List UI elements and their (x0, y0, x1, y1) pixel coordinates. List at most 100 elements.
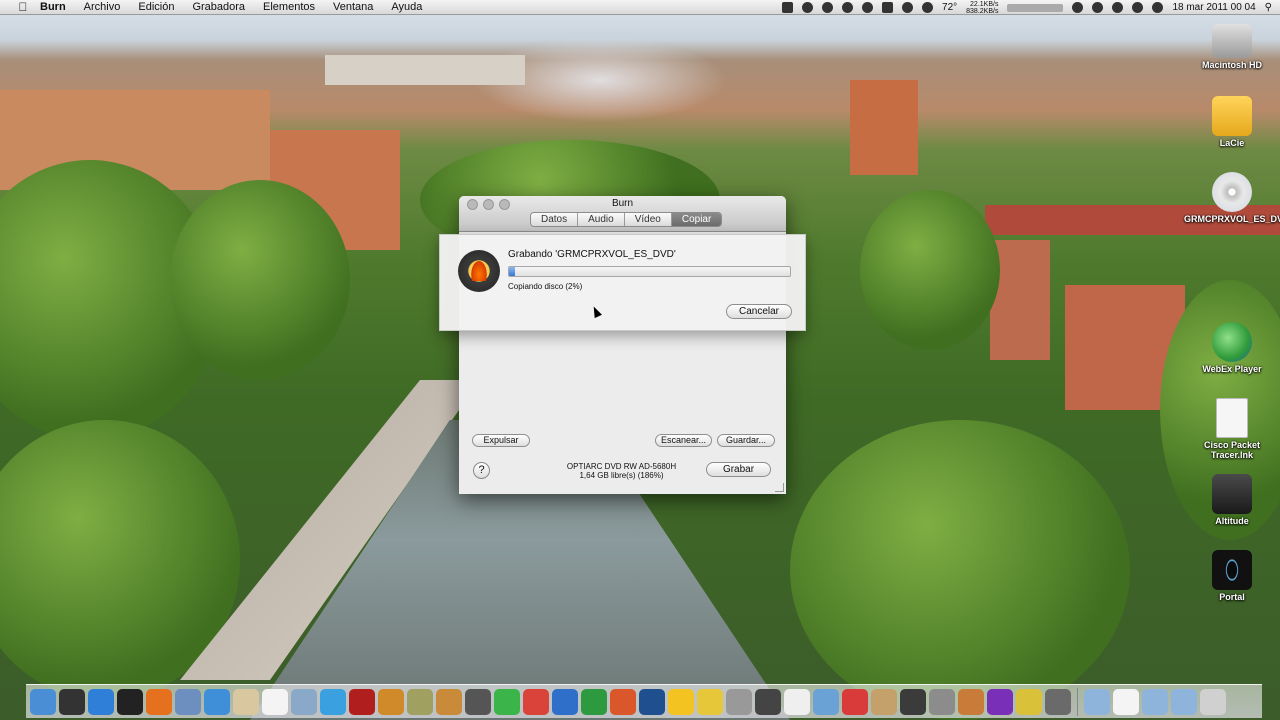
scan-button[interactable]: Escanear... (655, 434, 712, 447)
network-up-speed: 22.1KB/s (970, 0, 999, 8)
tab-copiar[interactable]: Copiar (671, 213, 722, 226)
downloads-folder-icon[interactable] (1142, 688, 1168, 715)
window-titlebar[interactable]: Burn Datos Audio Vídeo Copiar (459, 196, 786, 232)
menu-clock[interactable]: 18 mar 2011 00 04 (1172, 2, 1255, 13)
burn-button[interactable]: Grabar (706, 462, 771, 477)
spotlight-search-icon[interactable]: ⚲ (1265, 2, 1272, 13)
mode-tabs: Datos Audio Vídeo Copiar (530, 212, 723, 227)
clapper-icon[interactable] (1045, 688, 1071, 715)
menu-app-burn[interactable]: Burn (32, 1, 75, 13)
resize-handle[interactable] (775, 483, 784, 492)
chip-icon[interactable] (465, 688, 491, 715)
calendar-icon[interactable] (262, 688, 288, 715)
window-title: Burn (611, 198, 634, 209)
book-icon[interactable] (349, 688, 375, 715)
window-tray-icon[interactable] (882, 2, 894, 13)
desktop-icon-label: GRMCPRXVOL_ES_DVD (1184, 214, 1280, 224)
steam-icon (1212, 474, 1252, 514)
tab-video[interactable]: Vídeo (624, 213, 672, 226)
finder-icon[interactable] (30, 688, 56, 715)
desktop-icon-altitude[interactable]: Altitude (1184, 474, 1280, 526)
star-app-icon[interactable] (407, 688, 433, 715)
progress-title: Grabando 'GRMCPRXVOL_ES_DVD' (508, 249, 676, 260)
spotify-icon[interactable] (494, 688, 520, 715)
document-stack-icon[interactable] (1113, 688, 1139, 715)
desktop-icon-lacie[interactable]: LaCie (1184, 96, 1280, 148)
firefox-icon[interactable] (146, 688, 172, 715)
menu-grabadora[interactable]: Grabadora (183, 1, 254, 13)
app-store-icon[interactable] (88, 688, 114, 715)
desktop-icon-label: WebEx Player (1202, 364, 1262, 374)
powerpoint-icon[interactable] (610, 688, 636, 715)
script-icon[interactable] (233, 688, 259, 715)
applications-folder-icon[interactable] (1084, 688, 1110, 715)
purple-app-icon[interactable] (987, 688, 1013, 715)
menu-archivo[interactable]: Archivo (75, 1, 130, 13)
temperature-readout[interactable]: 72° (942, 2, 957, 13)
globe-tray-icon[interactable] (802, 2, 814, 13)
guitar-icon[interactable] (436, 688, 462, 715)
burn-progress-sheet: Grabando 'GRMCPRXVOL_ES_DVD' Copiando di… (439, 234, 806, 331)
burn-dock-icon[interactable] (697, 688, 723, 715)
desktop-icon-webex[interactable]: WebEx Player (1184, 322, 1280, 374)
radiation-icon[interactable] (1016, 688, 1042, 715)
network-icon[interactable] (726, 688, 752, 715)
excel-icon[interactable] (581, 688, 607, 715)
progress-bar (508, 266, 791, 277)
cpu-graph-icon[interactable] (1007, 3, 1064, 12)
camera-icon[interactable] (900, 688, 926, 715)
dashboard-icon[interactable] (59, 688, 85, 715)
preview-icon[interactable] (175, 688, 201, 715)
play-tray-icon[interactable] (902, 2, 914, 13)
dock-separator (1077, 687, 1078, 716)
network-speed[interactable]: 22.1KB/s 838.2KB/s (966, 1, 998, 15)
menu-edicion[interactable]: Edición (129, 1, 183, 13)
trash-icon[interactable] (1200, 688, 1226, 715)
sync-tray-icon[interactable] (1072, 2, 1084, 13)
chrome-icon[interactable] (523, 688, 549, 715)
volume-icon[interactable] (1152, 2, 1164, 13)
help-button[interactable]: ? (473, 462, 490, 479)
webex-icon (1212, 322, 1252, 362)
menu-ventana[interactable]: Ventana (324, 1, 382, 13)
document-icon (1216, 398, 1248, 438)
tab-audio[interactable]: Audio (578, 213, 625, 226)
steam-dock-icon[interactable] (117, 688, 143, 715)
radiation-tray-icon[interactable] (842, 2, 854, 13)
gear-tray-icon[interactable] (922, 2, 934, 13)
menu-elementos[interactable]: Elementos (254, 1, 324, 13)
parallels-icon[interactable] (842, 688, 868, 715)
cancel-button[interactable]: Cancelar (726, 304, 792, 319)
itunes-icon[interactable] (320, 688, 346, 715)
desktop-icon-label: Altitude (1215, 516, 1249, 526)
desktop-icon-portal[interactable]: Portal (1184, 550, 1280, 602)
display-icon[interactable] (813, 688, 839, 715)
dropbox-tray-icon[interactable] (862, 2, 874, 13)
menu-ayuda[interactable]: Ayuda (382, 1, 431, 13)
bluetooth-icon[interactable] (1112, 2, 1124, 13)
disk-utility-icon[interactable] (929, 688, 955, 715)
tab-datos[interactable]: Datos (531, 213, 579, 226)
ooo-icon[interactable] (668, 688, 694, 715)
desktop-icon-macintosh-hd[interactable]: Macintosh HD (1184, 20, 1280, 70)
camera-tray-icon[interactable] (782, 2, 794, 13)
apple-menu-icon[interactable]:  (14, 0, 32, 14)
save-button[interactable]: Guardar... (717, 434, 775, 447)
eject-button[interactable]: Expulsar (472, 434, 530, 447)
drive-info: OPTIARC DVD RW AD-5680H 1,64 GB libre(s)… (549, 462, 694, 480)
basket-icon[interactable] (958, 688, 984, 715)
steam-tray-icon[interactable] (822, 2, 834, 13)
desktop-icon-cisco[interactable]: Cisco Packet Tracer.lnk (1184, 398, 1280, 460)
text-doc-icon[interactable] (784, 688, 810, 715)
photo-booth-icon[interactable] (378, 688, 404, 715)
photoshop-icon[interactable] (639, 688, 665, 715)
wifi-icon[interactable] (1132, 2, 1144, 13)
desktop-icon-dvd[interactable]: GRMCPRXVOL_ES_DVD (1184, 172, 1280, 224)
photos-icon[interactable] (291, 688, 317, 715)
safari-icon[interactable] (204, 688, 230, 715)
folder-icon[interactable] (1171, 688, 1197, 715)
cup-icon[interactable] (871, 688, 897, 715)
word-icon[interactable] (552, 688, 578, 715)
flash-icon[interactable] (755, 688, 781, 715)
time-machine-icon[interactable] (1092, 2, 1104, 13)
